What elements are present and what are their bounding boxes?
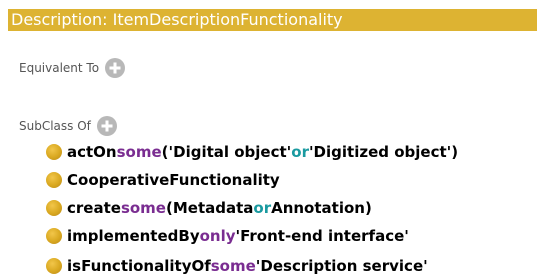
class-description-header: Description: ItemDescriptionFunctionalit…: [8, 9, 537, 31]
subclass-axiom-isfunctionalityof[interactable]: isFunctionalityOf some 'Description serv…: [46, 256, 428, 276]
subclass-axiom-cooperative[interactable]: CooperativeFunctionality: [46, 170, 280, 190]
subclass-axiom-create[interactable]: create some (Metadata or Annotation): [46, 198, 372, 218]
axiom-property: actOn: [67, 143, 117, 161]
axiom-keyword-some: some: [210, 257, 256, 275]
subclass-axiom-acton[interactable]: actOn some ('Digital object' or 'Digitiz…: [46, 142, 458, 162]
add-subclass-plus-icon[interactable]: [96, 116, 117, 136]
class-bullet-icon: [46, 228, 62, 244]
axiom-class-name: CooperativeFunctionality: [67, 171, 280, 189]
axiom-filler: 'Description service': [255, 257, 428, 275]
axiom-property: isFunctionalityOf: [67, 257, 211, 275]
class-bullet-icon: [46, 258, 62, 274]
axiom-property: create: [67, 199, 121, 217]
axiom-filler: (Metadata: [165, 199, 254, 217]
subclass-of-label: SubClass Of: [19, 119, 91, 133]
subclass-of-section: SubClass Of: [19, 116, 117, 136]
axiom-filler: 'Front-end interface': [235, 227, 409, 245]
equivalent-to-section: Equivalent To: [19, 58, 126, 78]
class-bullet-icon: [46, 200, 62, 216]
class-bullet-icon: [46, 144, 62, 160]
axiom-keyword-only: only: [199, 227, 236, 245]
subclass-axiom-implementedby[interactable]: implementedBy only 'Front-end interface': [46, 226, 409, 246]
class-bullet-icon: [46, 172, 62, 188]
axiom-keyword-or: or: [291, 143, 309, 161]
axiom-keyword-or: or: [253, 199, 272, 217]
axiom-keyword-some: some: [116, 143, 162, 161]
axiom-filler: Annotation): [271, 199, 372, 217]
axiom-filler: 'Digitized object'): [308, 143, 459, 161]
add-equivalent-plus-icon[interactable]: [105, 58, 126, 78]
axiom-property: implementedBy: [67, 227, 200, 245]
axiom-keyword-some: some: [120, 199, 166, 217]
axiom-filler: ('Digital object': [161, 143, 292, 161]
equivalent-to-label: Equivalent To: [19, 61, 100, 75]
